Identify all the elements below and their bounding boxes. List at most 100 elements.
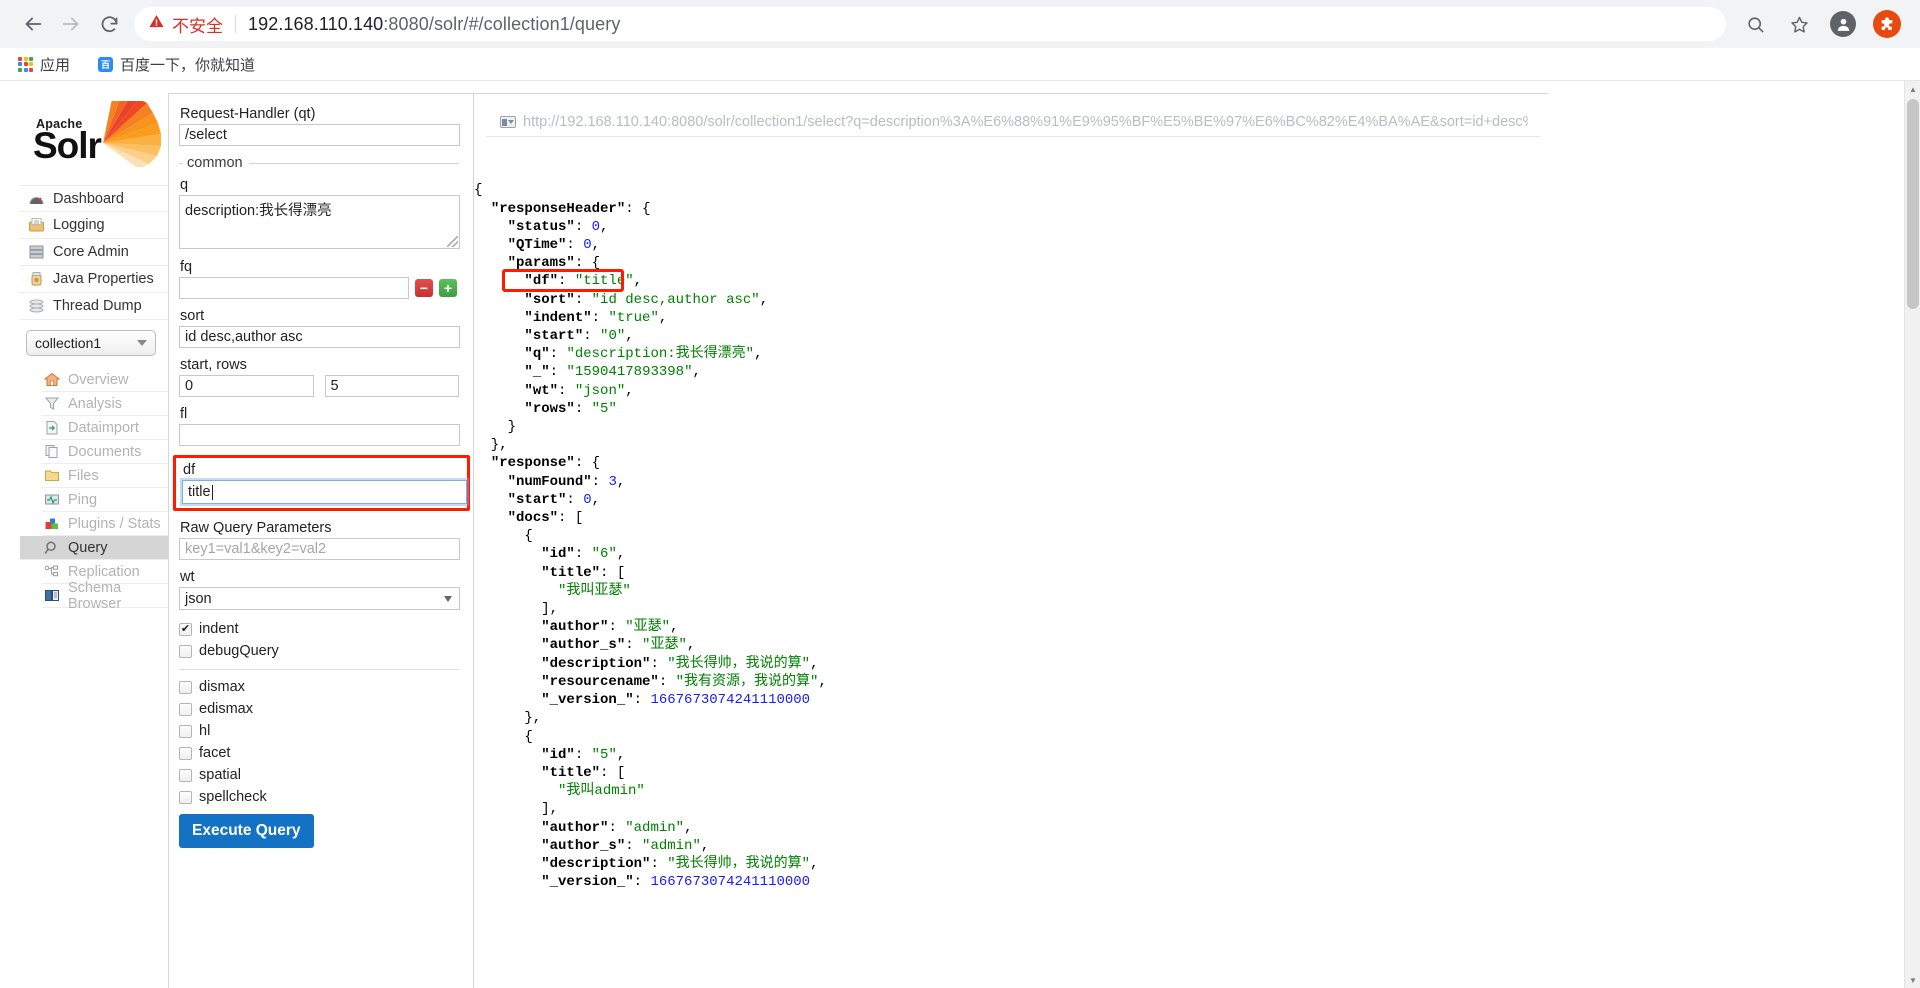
result-url-row: http://192.168.110.140:8080/solr/collect… <box>486 104 1540 137</box>
files-folder-icon <box>44 468 61 484</box>
checkbox-facet[interactable]: facet <box>179 742 459 764</box>
sidebar-label: Thread Dump <box>53 298 142 314</box>
bookmark-apps[interactable]: 应用 <box>14 52 74 77</box>
checkbox-spatial[interactable]: spatial <box>179 764 459 786</box>
checkbox-dismax[interactable]: dismax <box>179 676 459 698</box>
sidebar-item-logging[interactable]: Logging <box>20 212 168 239</box>
zoom-search-button[interactable] <box>1736 5 1774 43</box>
fq-label: fq <box>180 259 193 275</box>
logging-tray-icon <box>28 217 45 233</box>
url-path: :8080/solr/#/collection1/query <box>383 13 621 34</box>
start-rows-label: start, rows <box>180 357 247 373</box>
request-handler-input[interactable]: /select <box>179 124 460 146</box>
profile-button[interactable] <box>1824 5 1862 43</box>
json-line: "_version_": 1667673074241110000 <box>541 692 811 709</box>
q-textarea[interactable]: description:我长得漂亮 <box>179 195 460 249</box>
address-bar[interactable]: 不安全 192.168.110.140:8080/solr/#/collecti… <box>134 7 1726 41</box>
json-response-view[interactable]: { "responseHeader": { "status": 0, "QTim… <box>474 137 1548 979</box>
bookmark-baidu[interactable]: 百 百度一下，你就知道 <box>94 52 259 77</box>
checkbox-hl-box[interactable] <box>179 724 192 738</box>
resize-grip-icon[interactable] <box>447 236 458 247</box>
json-line: "params": { <box>507 255 601 272</box>
json-line: "description": "我长得帅，我说的算", <box>541 855 819 872</box>
bookmark-button[interactable] <box>1780 5 1818 43</box>
wt-select[interactable]: json <box>179 587 460 610</box>
checkbox-edismax-box[interactable] <box>179 702 192 716</box>
rows-input[interactable]: 5 <box>324 375 459 397</box>
sidebar-label: Analysis <box>68 395 122 412</box>
checkbox-indent[interactable]: indent <box>179 618 459 640</box>
checkbox-debugquery[interactable]: debugQuery <box>179 640 459 662</box>
sidebar-item-overview[interactable]: Overview <box>42 368 168 392</box>
java-properties-jar-icon <box>28 271 45 287</box>
sidebar-item-schema-browser[interactable]: Schema Browser <box>42 580 168 612</box>
json-line: { <box>474 182 483 199</box>
core-selector[interactable]: collection1 <box>26 330 156 356</box>
checkbox-hl[interactable]: hl <box>179 720 459 742</box>
sidebar-label: Plugins / Stats <box>68 515 161 532</box>
json-line: "我叫admin" <box>558 783 645 800</box>
sidebar-item-java-properties[interactable]: Java Properties <box>20 266 168 293</box>
solr-logo[interactable]: Apache Solr <box>28 97 168 173</box>
checkbox-dismax-box[interactable] <box>179 680 192 694</box>
replication-nodes-icon <box>44 564 61 580</box>
checkbox-debugquery-label: debugQuery <box>199 643 279 659</box>
scroll-up-arrow-icon[interactable]: ▲ <box>1905 81 1920 97</box>
checkbox-indent-box[interactable] <box>179 622 192 636</box>
sidebar-item-dashboard[interactable]: Dashboard <box>20 185 168 212</box>
df-input[interactable]: title <box>180 478 469 506</box>
extension-button[interactable] <box>1868 5 1906 43</box>
sidebar-item-analysis[interactable]: Analysis <box>42 392 168 416</box>
page-scrollbar[interactable]: ▲ ▼ <box>1904 81 1920 988</box>
result-url-link[interactable]: http://192.168.110.140:8080/solr/collect… <box>523 114 1528 130</box>
sidebar-label: Overview <box>68 371 129 388</box>
df-value: title <box>188 484 211 500</box>
sidebar-item-query[interactable]: Query <box>20 536 168 560</box>
bookmark-apps-label: 应用 <box>40 56 71 74</box>
fl-input[interactable] <box>179 424 460 446</box>
sidebar-item-thread-dump[interactable]: Thread Dump <box>20 293 168 320</box>
plus-button-icon[interactable]: + <box>439 279 457 297</box>
sidebar-item-plugins-stats[interactable]: Plugins / Stats <box>42 512 168 536</box>
checkbox-facet-label: facet <box>199 745 231 761</box>
json-line: "QTime": 0, <box>507 237 601 254</box>
checkbox-spellcheck-box[interactable] <box>179 790 192 804</box>
checkbox-spellcheck[interactable]: spellcheck <box>179 786 459 808</box>
security-warning[interactable]: 不安全 <box>148 12 223 37</box>
sidebar-item-dataimport[interactable]: Dataimport <box>42 416 168 440</box>
sidebar-item-files[interactable]: Files <box>42 464 168 488</box>
forward-button[interactable] <box>52 5 90 43</box>
checkbox-edismax[interactable]: edismax <box>179 698 459 720</box>
checkbox-debugquery-box[interactable] <box>179 644 192 658</box>
sidebar-item-documents[interactable]: Documents <box>42 440 168 464</box>
json-line: "status": 0, <box>507 218 609 235</box>
sort-input[interactable]: id desc,author asc <box>179 326 460 348</box>
minus-button-icon[interactable]: − <box>415 279 433 297</box>
checkbox-spatial-box[interactable] <box>179 768 192 782</box>
raw-query-parameters-input[interactable]: key1=val1&key2=val2 <box>179 538 460 560</box>
overview-home-icon <box>43 372 61 388</box>
page-viewport: Apache Solr Dashboard Logging Core Admin… <box>0 81 1920 988</box>
reload-button[interactable] <box>90 5 128 43</box>
fq-input[interactable] <box>179 277 409 299</box>
sort-label: sort <box>180 308 205 324</box>
profile-avatar-icon <box>1830 11 1856 37</box>
common-fieldset: common <box>179 155 459 171</box>
omnibox-divider <box>235 15 236 33</box>
json-line: { <box>474 728 533 745</box>
execute-query-button[interactable]: Execute Query <box>179 814 314 848</box>
json-line: } <box>474 419 517 436</box>
sidebar-item-ping[interactable]: Ping <box>42 488 168 512</box>
checkbox-facet-box[interactable] <box>179 746 192 760</box>
scrollbar-thumb[interactable] <box>1907 99 1919 309</box>
back-button[interactable] <box>14 5 52 43</box>
start-input[interactable]: 0 <box>179 375 314 397</box>
q-value: description:我长得漂亮 <box>185 203 332 219</box>
sidebar-label: Java Properties <box>53 271 154 287</box>
scroll-down-arrow-icon[interactable]: ▼ <box>1905 972 1920 988</box>
solr-admin-app: Apache Solr Dashboard Logging Core Admin… <box>0 81 1548 988</box>
checkbox-indent-label: indent <box>199 621 239 637</box>
external-link-chip-icon <box>500 116 516 128</box>
sidebar-item-core-admin[interactable]: Core Admin <box>20 239 168 266</box>
request-handler-label: Request-Handler (qt) <box>180 106 316 122</box>
